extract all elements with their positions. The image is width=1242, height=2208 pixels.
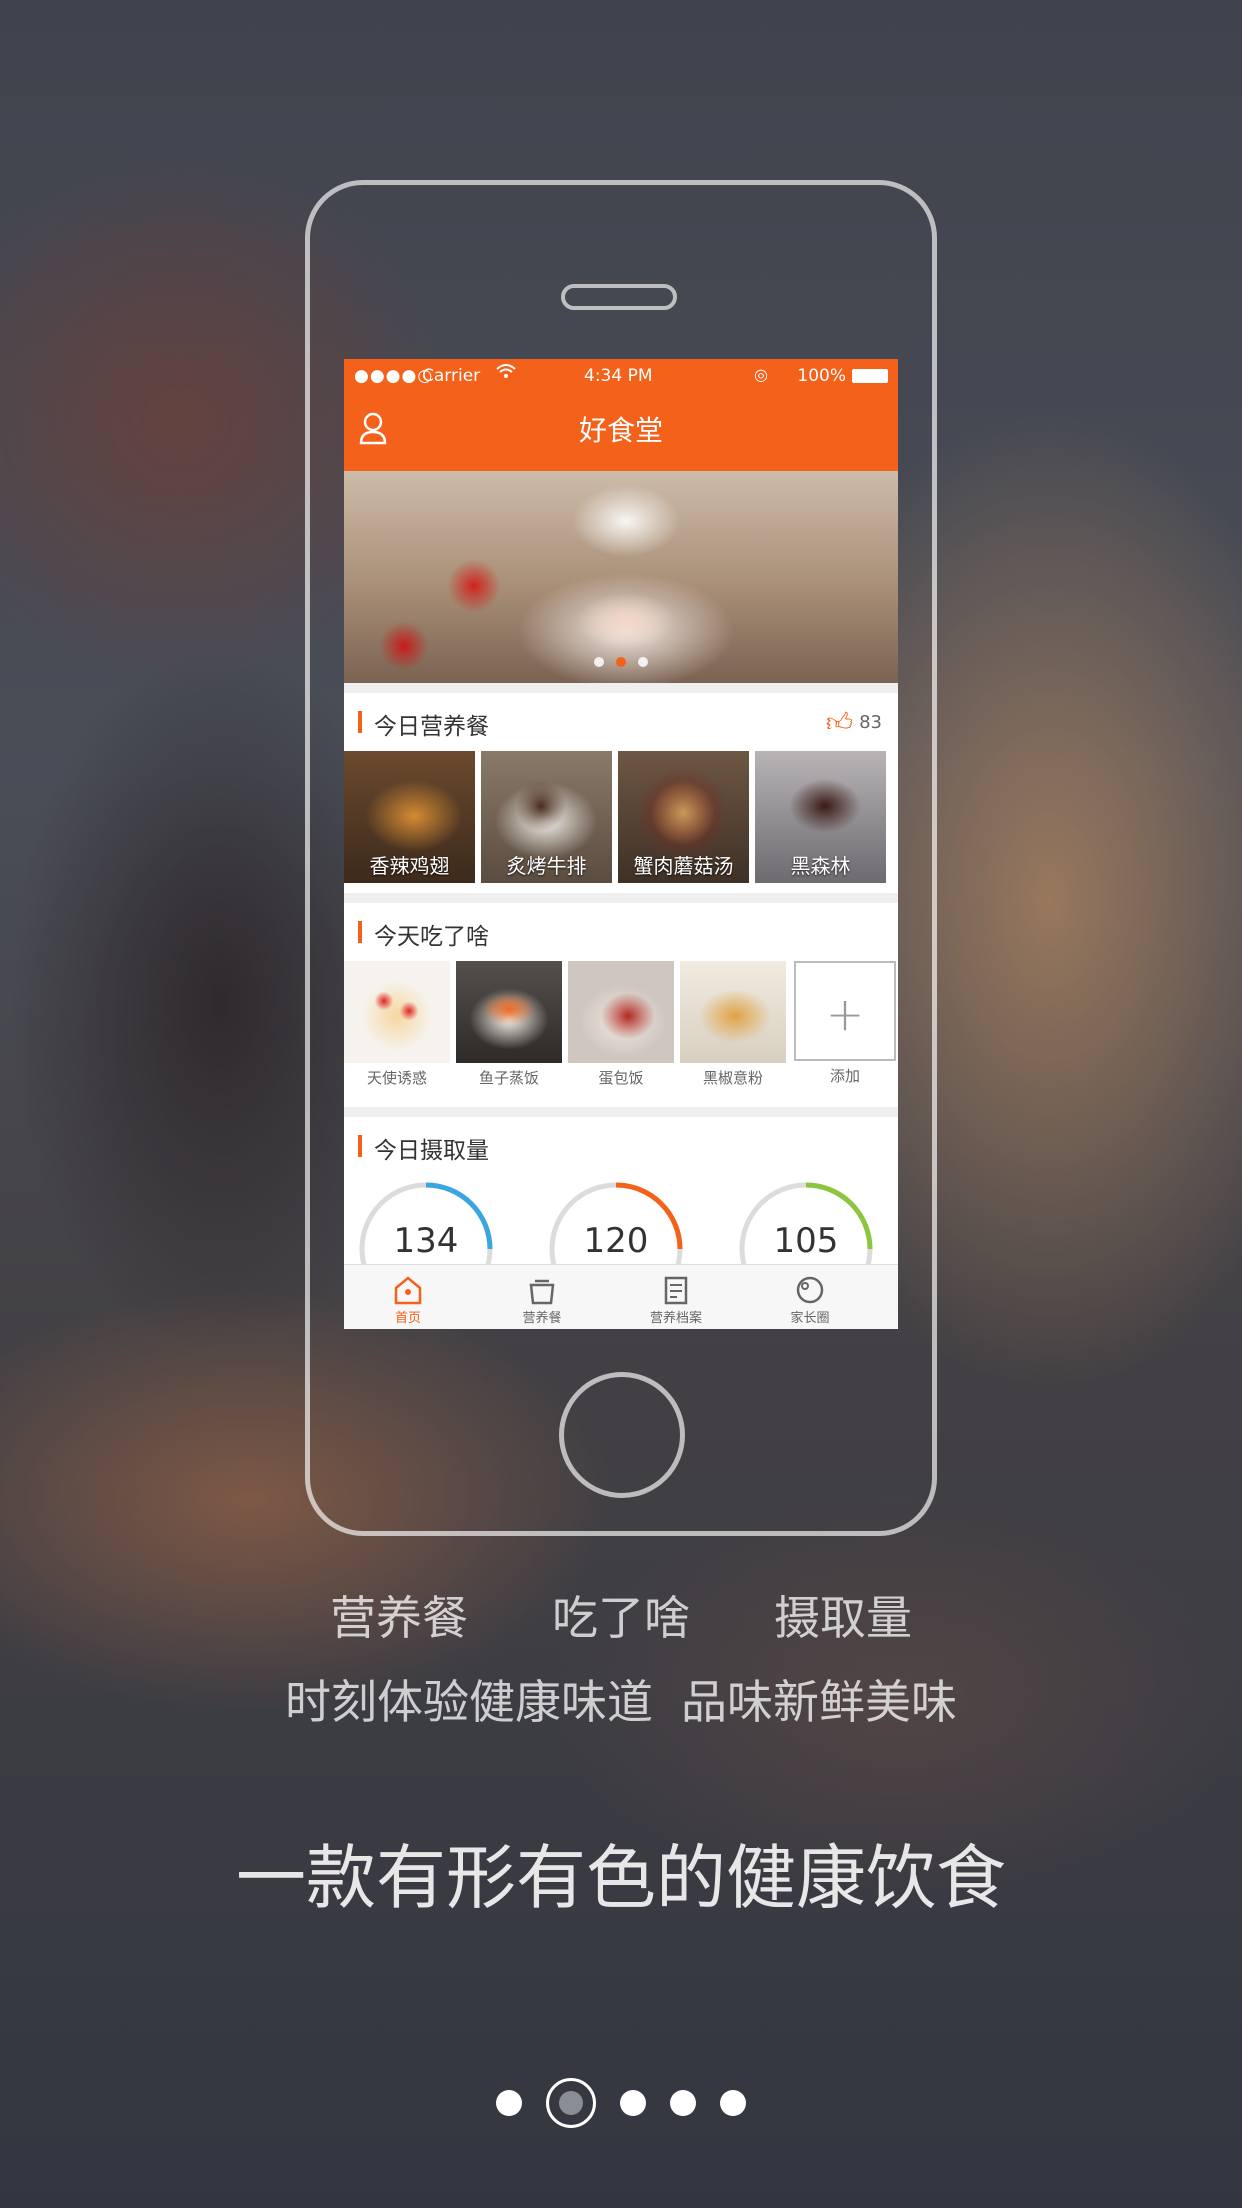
page-dot[interactable]	[670, 2090, 696, 2116]
section-accent-bar	[358, 711, 362, 733]
carrier-name: Carrier	[422, 366, 481, 386]
tab-label: 营养餐	[522, 1311, 562, 1326]
page-dot[interactable]	[720, 2090, 746, 2116]
add-label: 添加	[829, 1067, 860, 1085]
food-label: 天使诱惑	[366, 1069, 427, 1087]
rotation-lock-icon: ◎	[754, 365, 768, 384]
food-image	[680, 961, 786, 1063]
page-dot[interactable]	[496, 2090, 522, 2116]
section-title: 今日摄取量	[374, 1138, 489, 1164]
wifi-icon	[496, 363, 516, 386]
add-food-button[interactable]: + 添加	[792, 961, 898, 1099]
nav-bar: 好食堂	[344, 391, 898, 471]
add-box[interactable]: +	[794, 961, 896, 1061]
app-title: 好食堂	[578, 414, 663, 447]
eaten-item[interactable]: 鱼子蒸饭	[456, 961, 562, 1099]
pot-icon	[492, 1273, 592, 1307]
eaten-item[interactable]: 黑椒意粉	[680, 961, 786, 1099]
banner-dot-active[interactable]	[616, 657, 626, 667]
food-label: 黑椒意粉	[702, 1069, 763, 1087]
home-icon	[358, 1273, 458, 1307]
banner-carousel[interactable]	[344, 471, 898, 683]
document-icon	[626, 1273, 726, 1307]
food-label: 蛋包饭	[598, 1069, 644, 1087]
section-accent-bar	[358, 921, 362, 943]
meal-card[interactable]: 香辣鸡翅	[344, 751, 475, 883]
section-header: 今日摄取量	[344, 1117, 898, 1175]
tab-parents[interactable]: 家长圈	[760, 1273, 860, 1326]
section-title: 今天吃了啥	[374, 924, 489, 950]
feature-item: 营养餐	[330, 1591, 468, 1645]
section-title: 今日营养餐	[374, 714, 489, 740]
phone-home-button	[559, 1372, 685, 1498]
battery-icon	[852, 369, 888, 383]
meal-card[interactable]: 蟹肉蘑菇汤	[618, 751, 749, 883]
meal-label: 香辣鸡翅	[369, 854, 450, 878]
eaten-item[interactable]: 蛋包饭	[568, 961, 674, 1099]
tab-meals[interactable]: 营养餐	[492, 1273, 592, 1326]
plus-icon: +	[825, 987, 865, 1041]
meal-card[interactable]: 黑森林	[755, 751, 886, 883]
battery-percent: 100%	[797, 366, 846, 386]
meal-list: 香辣鸡翅 炙烤牛排 蟹肉蘑菇汤 黑森林	[344, 751, 898, 893]
like-button[interactable]: 👍︎ 83	[826, 707, 882, 738]
tab-bar: 首页 营养餐 营养档案 家长圈	[344, 1264, 898, 1329]
eaten-section: 今天吃了啥 天使诱惑 鱼子蒸饭 蛋包饭 黑椒意粉 + 添加	[344, 903, 898, 1107]
page-dot-current[interactable]	[546, 2078, 596, 2128]
food-image	[568, 961, 674, 1063]
feature-item: 吃了啥	[552, 1591, 690, 1645]
section-header: 今日营养餐 👍︎ 83	[344, 693, 898, 751]
status-bar: ●●●●○ Carrier 4:34 PM ◎ 100%	[344, 359, 898, 391]
meal-card[interactable]: 炙烤牛排	[481, 751, 612, 883]
page-indicator	[0, 2078, 1242, 2128]
banner-dot[interactable]	[594, 657, 604, 667]
food-image	[456, 961, 562, 1063]
food-image	[344, 961, 450, 1063]
page-dot[interactable]	[620, 2090, 646, 2116]
gauge-value: 120	[583, 1221, 649, 1261]
subtitle-part: 品味新鲜美味	[681, 1675, 957, 1729]
circle-icon	[760, 1273, 860, 1307]
meal-label: 炙烤牛排	[506, 854, 587, 878]
app-screen: ●●●●○ Carrier 4:34 PM ◎ 100% 好食堂 今日营养餐 👍…	[344, 359, 898, 1329]
tab-label: 营养档案	[649, 1311, 702, 1326]
section-header: 今天吃了啥	[344, 903, 898, 961]
feature-item: 摄取量	[774, 1591, 912, 1645]
slogan: 一款有形有色的健康饮食	[236, 1837, 1006, 1919]
gauge-value: 105	[773, 1221, 839, 1261]
tab-records[interactable]: 营养档案	[626, 1273, 726, 1326]
nutrition-section: 今日营养餐 👍︎ 83 香辣鸡翅 炙烤牛排 蟹肉蘑菇汤 黑森林	[344, 693, 898, 893]
tab-label: 家长圈	[790, 1311, 830, 1326]
eaten-list: 天使诱惑 鱼子蒸饭 蛋包饭 黑椒意粉 + 添加	[344, 961, 898, 1107]
tab-home[interactable]: 首页	[358, 1273, 458, 1326]
feature-list: 营养餐 吃了啥 摄取量	[0, 1582, 1242, 1648]
meal-label: 蟹肉蘑菇汤	[633, 854, 734, 878]
app-header: ●●●●○ Carrier 4:34 PM ◎ 100% 好食堂	[344, 359, 898, 471]
subtitle: 时刻体验健康味道 品味新鲜美味	[0, 1666, 1242, 1732]
like-count: 83	[859, 712, 882, 733]
banner-dots	[344, 652, 898, 671]
thumbs-up-icon: 👍︎	[825, 708, 854, 738]
phone-speaker	[561, 284, 677, 310]
subtitle-part: 时刻体验健康味道	[285, 1675, 653, 1729]
section-accent-bar	[358, 1135, 362, 1157]
status-time: 4:34 PM	[584, 366, 653, 386]
gauge-value: 134	[393, 1221, 459, 1261]
eaten-item[interactable]: 天使诱惑	[344, 961, 450, 1099]
meal-label: 黑森林	[790, 854, 851, 878]
food-label: 鱼子蒸饭	[478, 1069, 539, 1087]
tab-label: 首页	[394, 1311, 421, 1326]
banner-dot[interactable]	[638, 657, 648, 667]
